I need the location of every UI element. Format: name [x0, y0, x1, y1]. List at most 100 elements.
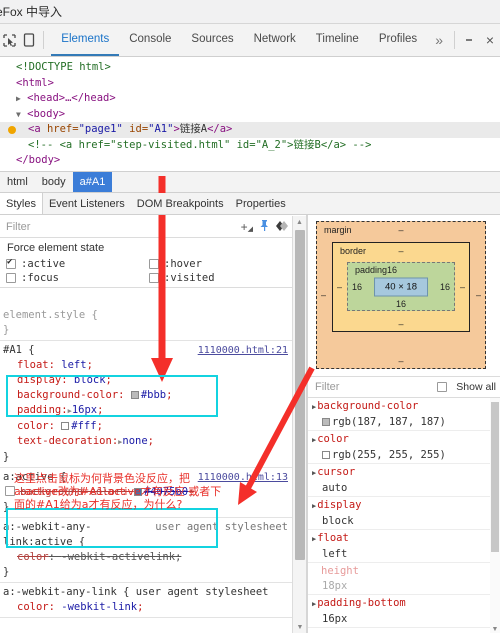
checkbox-focus-icon[interactable]	[6, 273, 16, 283]
rule-a1-selector[interactable]: #A1 {	[3, 343, 35, 358]
rule-ua-any-link[interactable]: a:-webkit-any-link { user agent styleshe…	[0, 583, 292, 618]
computed-prop-background-color[interactable]: ▶background-color rgb(187, 187, 187)	[308, 398, 500, 431]
rule-ua-any-link-active[interactable]: a:-webkit-any-link:active { user agent s…	[0, 518, 292, 583]
box-model-margin-top[interactable]: –	[398, 225, 403, 235]
box-model-content[interactable]: 40 × 18	[374, 277, 428, 296]
tab-timeline[interactable]: Timeline	[306, 24, 369, 56]
decl-text-decoration[interactable]: text-decoration:▶none;	[3, 434, 292, 450]
expand-triangle-background-color-icon[interactable]: ▶	[312, 403, 316, 411]
expand-triangle-padding-bottom-icon[interactable]: ▶	[312, 600, 316, 608]
dom-line-head[interactable]: ▶ <head>…</head>	[0, 91, 500, 107]
rule-element-style-selector[interactable]: element.style {	[3, 308, 98, 323]
expand-triangle-display-icon[interactable]: ▶	[312, 502, 316, 510]
computed-scrollbar-thumb[interactable]	[491, 402, 499, 552]
tab-event-listeners[interactable]: Event Listeners	[43, 193, 131, 214]
decl-ua-color[interactable]: color: -webkit-activelink;	[3, 550, 292, 565]
checkbox-active-icon[interactable]	[6, 257, 16, 269]
rule-a-active-selector[interactable]: a:active {	[3, 470, 66, 485]
inspect-element-icon[interactable]	[0, 24, 19, 56]
color-swatch-4075b0-icon[interactable]	[133, 488, 142, 496]
breadcrumb-item-html[interactable]: html	[0, 174, 35, 190]
decl-float-value[interactable]: left	[61, 359, 86, 371]
collapse-triangle-icon[interactable]: ▼	[16, 110, 21, 119]
rule-ua-any-link-selector[interactable]: a:-webkit-any-link { user agent styleshe…	[3, 585, 269, 600]
box-model-border-top[interactable]: –	[398, 246, 403, 256]
decl-ua-link-color[interactable]: color: -webkit-link;	[3, 600, 292, 615]
breadcrumb-item-a-a1[interactable]: a#A1	[72, 172, 113, 192]
decl-display-value[interactable]: block	[74, 374, 106, 386]
breakpoint-dot-icon[interactable]	[8, 126, 16, 134]
computed-prop-cursor[interactable]: ▶cursor auto	[308, 464, 500, 497]
box-model-padding-right[interactable]: 16	[440, 282, 450, 292]
computed-prop-display[interactable]: ▶display block	[308, 497, 500, 530]
new-style-rule-icon[interactable]: +◢	[241, 220, 253, 234]
box-model-padding[interactable]: padding16 16 16 16 40 × 18	[347, 262, 455, 311]
checkbox-visited-icon[interactable]	[149, 273, 159, 283]
box-model-border[interactable]: border – – – – padding16 16 16 16 40 × 1…	[332, 242, 470, 332]
tab-elements[interactable]: Elements	[51, 24, 120, 56]
box-model-padding-top[interactable]: 16	[387, 265, 397, 275]
css-rules-list[interactable]: element.style { } #A1 { 1110000.html:21 …	[0, 306, 292, 633]
force-state-active[interactable]: :active	[6, 257, 149, 271]
tab-console[interactable]: Console	[119, 24, 181, 56]
decl-background-color-value[interactable]: #bbb	[141, 389, 166, 401]
kebab-menu-icon[interactable]	[458, 24, 480, 56]
decl-padding[interactable]: padding:▶16px;	[3, 403, 292, 419]
device-toolbar-icon[interactable]	[19, 24, 38, 56]
tab-sources[interactable]: Sources	[181, 24, 243, 56]
box-model-border-left[interactable]: –	[337, 282, 342, 292]
decl-color-value[interactable]: #fff	[71, 420, 96, 432]
close-icon[interactable]: ×	[480, 24, 500, 56]
decl-ua-link-color-value[interactable]: -webkit-link	[61, 601, 137, 613]
scrollbar-thumb[interactable]	[295, 230, 305, 560]
dom-line-selected-anchor[interactable]: <a href="page1" id="A1">链接A</a>	[0, 122, 500, 138]
tab-dom-breakpoints[interactable]: DOM Breakpoints	[131, 193, 230, 214]
rule-a-active[interactable]: a:active { 1110000.html:13 background-co…	[0, 468, 292, 518]
box-model-padding-bottom[interactable]: 16	[396, 299, 406, 309]
force-state-hover[interactable]: :hover	[149, 257, 292, 271]
pin-icon[interactable]	[259, 219, 270, 234]
decl-float[interactable]: float: left;	[3, 358, 292, 373]
dom-line-html-open[interactable]: <html>	[0, 76, 500, 92]
rule-a1-source-link[interactable]: 1110000.html:21	[198, 343, 288, 358]
computed-properties-list[interactable]: ▶background-color rgb(187, 187, 187) ▶co…	[308, 398, 500, 633]
dom-line-body-close[interactable]: </body>	[0, 153, 500, 169]
force-state-focus[interactable]: :focus	[6, 271, 149, 285]
computed-prop-float[interactable]: ▶float left	[308, 530, 500, 563]
box-model-border-right[interactable]: –	[460, 282, 465, 292]
checkbox-decl-enabled-icon[interactable]	[5, 486, 15, 496]
tab-styles[interactable]: Styles	[0, 193, 43, 214]
expand-triangle-cursor-icon[interactable]: ▶	[312, 469, 316, 477]
decl-a-active-background-color[interactable]: background-color: #4075b0;	[3, 485, 292, 500]
computed-pane-scrollbar[interactable]: ▼	[490, 398, 500, 633]
decl-text-decoration-value[interactable]: none	[122, 435, 147, 447]
show-all-toggle[interactable]: Show all	[437, 381, 500, 393]
color-swatch-bbb-icon[interactable]	[130, 391, 139, 399]
tab-properties[interactable]: Properties	[230, 193, 292, 214]
decl-display[interactable]: display: block;	[3, 373, 292, 388]
dom-tree[interactable]: <!DOCTYPE html> <html> ▶ <head>…</head> …	[0, 57, 500, 171]
computed-prop-height[interactable]: height 18px	[308, 563, 500, 595]
scrollbar-down-arrow-icon[interactable]: ▼	[293, 621, 307, 633]
tab-network[interactable]: Network	[244, 24, 306, 56]
box-model-margin-left[interactable]: –	[321, 290, 326, 300]
box-model-padding-left[interactable]: 16	[352, 282, 362, 292]
dom-line-doctype[interactable]: <!DOCTYPE html>	[0, 60, 500, 76]
checkbox-hover-icon[interactable]	[149, 259, 159, 269]
expand-triangle-float-icon[interactable]: ▶	[312, 535, 316, 543]
dom-line-comment[interactable]: <!-- <a href="step-visited.html" id="A_2…	[0, 138, 500, 154]
box-model-margin-right[interactable]: –	[476, 290, 481, 300]
box-model-margin-bottom[interactable]: –	[398, 356, 403, 366]
decl-a-active-bg-value[interactable]: #4075b0	[144, 486, 188, 498]
computed-filter-input[interactable]: Filter	[308, 381, 339, 393]
decl-color[interactable]: color: #fff;	[3, 419, 292, 434]
box-model-diagram[interactable]: margin – – – – border – – – – padding16 …	[316, 221, 486, 369]
rule-a-active-source-link[interactable]: 1110000.html:13	[198, 470, 288, 485]
color-format-icon[interactable]	[276, 220, 289, 234]
tab-profiles[interactable]: Profiles	[369, 24, 427, 56]
expand-triangle-icon[interactable]: ▶	[16, 94, 21, 103]
checkbox-show-all-icon[interactable]	[437, 382, 448, 392]
box-model-margin[interactable]: margin – – – – border – – – – padding16 …	[316, 221, 486, 369]
force-state-visited[interactable]: :visited	[149, 271, 292, 285]
dom-line-body-open[interactable]: ▼ <body>	[0, 107, 500, 123]
